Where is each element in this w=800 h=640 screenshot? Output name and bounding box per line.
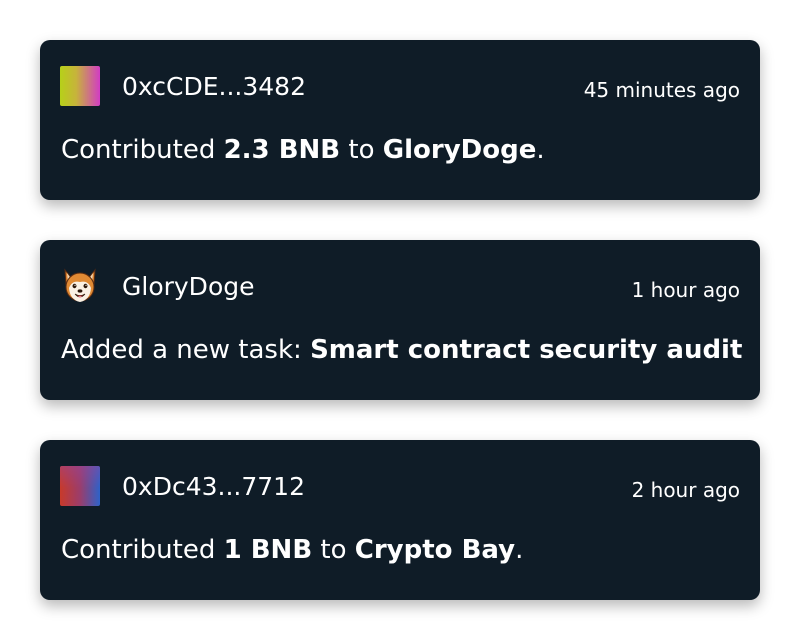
task-name[interactable]: Smart contract security audit — [310, 335, 742, 365]
message-connector: to — [340, 135, 383, 165]
project-name[interactable]: Crypto Bay — [355, 535, 515, 565]
project-name[interactable]: GloryDoge — [383, 135, 537, 165]
contribution-amount: 2.3 BNB — [223, 135, 341, 165]
message-prefix: Contributed — [61, 135, 224, 165]
wallet-avatar-icon[interactable] — [60, 466, 100, 506]
message-suffix: . — [515, 535, 524, 565]
user-name[interactable]: 0xcCDE...3482 — [122, 72, 306, 102]
user-name[interactable]: GloryDoge — [122, 272, 254, 302]
activity-card[interactable]: 0xDc43...7712 2 hour ago Contributed 1 B… — [40, 440, 760, 600]
activity-feed: 0xcCDE...3482 45 minutes ago Contributed… — [40, 40, 760, 600]
message-connector: to — [312, 535, 355, 565]
message-prefix: Contributed — [61, 535, 224, 565]
timestamp: 1 hour ago — [631, 278, 740, 302]
message-prefix: Added a new task: — [61, 335, 311, 365]
activity-card[interactable]: GloryDoge 1 hour ago Added a new task: S… — [40, 240, 760, 400]
timestamp: 45 minutes ago — [583, 78, 740, 102]
contribution-amount: 1 BNB — [223, 535, 313, 565]
activity-message: Added a new task: Smart contract securit… — [61, 334, 742, 366]
wallet-avatar-icon[interactable] — [60, 66, 100, 106]
activity-card[interactable]: 0xcCDE...3482 45 minutes ago Contributed… — [40, 40, 760, 200]
shiba-dog-icon[interactable] — [60, 266, 100, 306]
user-name[interactable]: 0xDc43...7712 — [122, 472, 305, 502]
timestamp: 2 hour ago — [631, 478, 740, 502]
activity-message: Contributed 1 BNB to Crypto Bay. — [61, 534, 523, 566]
activity-message: Contributed 2.3 BNB to GloryDoge. — [61, 134, 545, 166]
message-suffix: . — [536, 135, 545, 165]
